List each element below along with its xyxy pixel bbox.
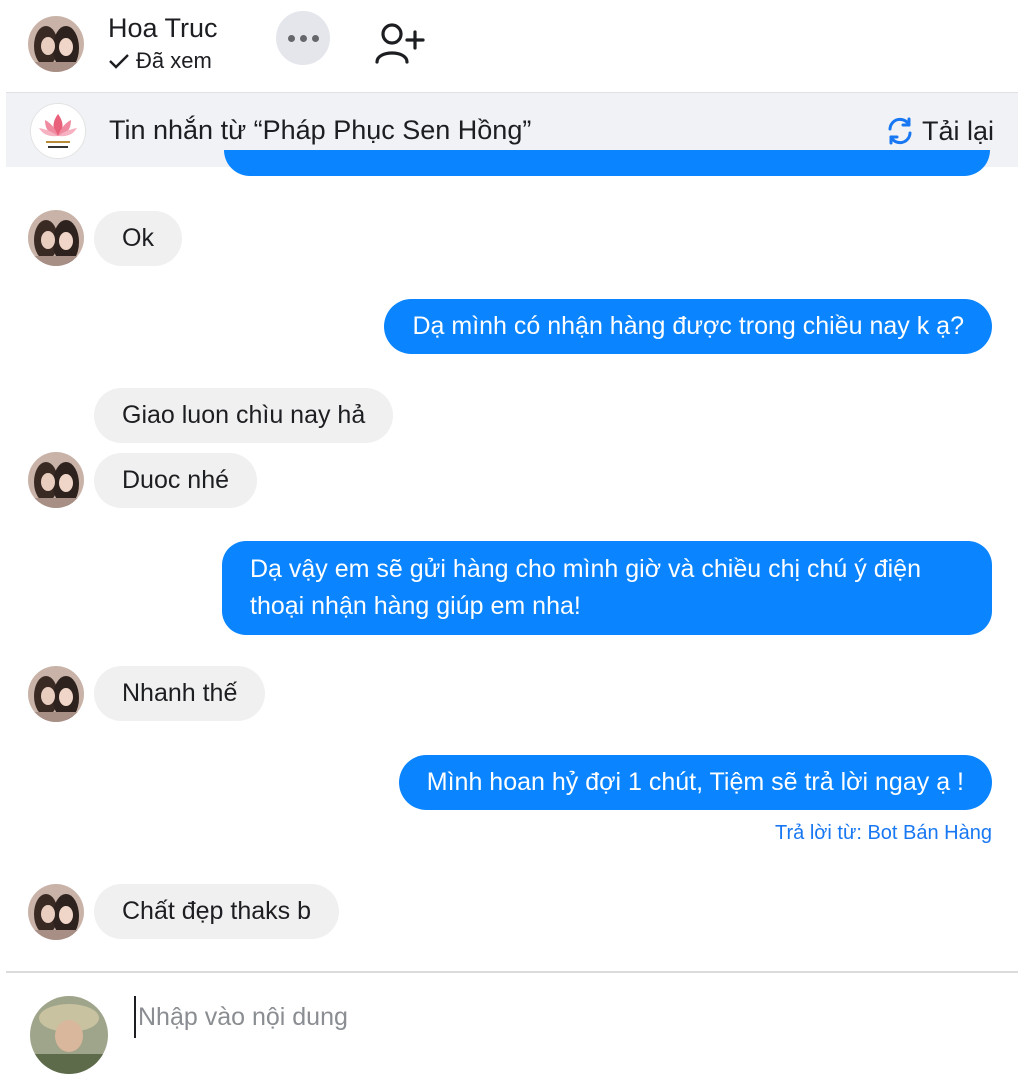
incoming-message[interactable]: Nhanh thế [94, 666, 266, 721]
outgoing-message[interactable]: Dạ vậy em sẽ gửi hàng cho mình giờ và ch… [222, 541, 992, 635]
avatar-photo [30, 996, 108, 1074]
incoming-message[interactable]: Duoc nhé [94, 453, 258, 508]
outgoing-message[interactable]: Mình hoan hỷ đợi 1 chút, Tiệm sẽ trả lời… [398, 755, 992, 810]
incoming-message[interactable]: Chất đẹp thaks b [94, 884, 340, 939]
chat-header: Hoa Truc Đã xem [0, 0, 1024, 90]
avatar-photo [28, 210, 84, 266]
refresh-icon [888, 117, 912, 145]
more-horizontal-icon [287, 34, 295, 42]
message-input[interactable] [134, 996, 980, 1038]
reload-label: Tải lại [921, 115, 994, 146]
sender-avatar[interactable] [28, 210, 84, 266]
avatar-photo [28, 666, 84, 722]
seen-status-label: Đã xem [136, 48, 212, 73]
composer-avatar [30, 996, 108, 1074]
composer-divider [6, 971, 1018, 973]
contact-name[interactable]: Hoa Truc [108, 13, 218, 44]
bot-reply-note: Trả lời từ: Bot Bán Hàng [775, 822, 992, 844]
checkmark-icon [109, 54, 129, 69]
page-logo [30, 103, 86, 159]
message-line: Dạ vậy em sẽ gửi hàng cho mình giờ và ch… [250, 555, 921, 583]
sender-avatar[interactable] [28, 452, 84, 508]
incoming-message[interactable]: Giao luon chìu nay hả [94, 388, 394, 443]
add-user-icon [375, 23, 425, 64]
sender-avatar[interactable] [28, 666, 84, 722]
avatar-photo [28, 884, 84, 940]
avatar-photo [28, 16, 84, 72]
contact-avatar[interactable] [28, 16, 84, 72]
add-user-button[interactable] [372, 20, 428, 68]
seen-status: Đã xem [108, 48, 212, 74]
avatar-photo [28, 452, 84, 508]
sender-avatar[interactable] [28, 884, 84, 940]
lotus-logo [31, 104, 85, 158]
banner-text: Tin nhắn từ “Pháp Phục Sen Hồng” [109, 115, 532, 145]
more-dot [299, 34, 307, 42]
more-dot [311, 34, 319, 42]
reload-button[interactable]: Tải lại [884, 115, 994, 147]
message-line: thoại nhận hàng giúp em nha! [250, 592, 581, 620]
outgoing-message[interactable]: Dạ mình có nhận hàng được trong chiều na… [384, 299, 992, 354]
more-options-button[interactable] [276, 11, 330, 65]
previous-message-bubble [224, 150, 990, 176]
incoming-message[interactable]: Ok [94, 211, 182, 266]
